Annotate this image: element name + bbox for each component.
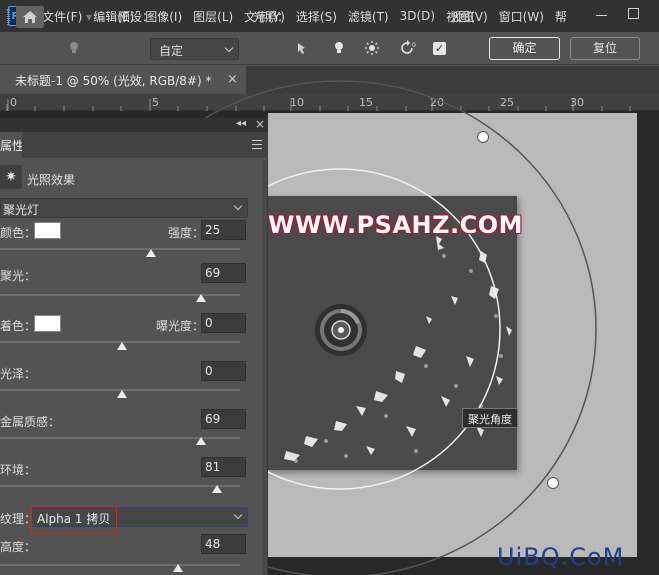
- spotlight-add-icon[interactable]: [295, 40, 311, 56]
- menu-filter[interactable]: 滤镜(T): [348, 8, 389, 25]
- height-slider[interactable]: [0, 564, 240, 566]
- tab-properties-label: 属性: [0, 139, 22, 153]
- ruler-label: 30: [570, 96, 584, 109]
- options-bar: [0, 32, 659, 65]
- grip-handle[interactable]: [7, 9, 10, 25]
- maximize-icon[interactable]: [628, 8, 639, 19]
- ok-button[interactable]: 确定: [489, 37, 560, 60]
- horizontal-ruler: 0 5 10 15 20 25 30: [0, 94, 659, 111]
- hotspot-slider-thumb[interactable]: [196, 294, 206, 302]
- gloss-input[interactable]: 0: [201, 361, 246, 381]
- menu-3d[interactable]: 3D(D): [400, 9, 435, 23]
- metallic-label: 金属质感：: [0, 415, 61, 429]
- svg-text:0: 0: [412, 42, 416, 49]
- ruler-label: 0: [10, 96, 17, 109]
- home-button[interactable]: [16, 6, 44, 28]
- lights-label: 光照：: [253, 10, 290, 24]
- ambience-slider-thumb[interactable]: [212, 485, 222, 493]
- intensity-input[interactable]: 25: [201, 220, 246, 240]
- spotlight-handle[interactable]: [547, 477, 559, 489]
- light-type-select[interactable]: 聚光灯: [0, 198, 248, 218]
- height-slider-thumb[interactable]: [173, 564, 183, 572]
- ruler-label: 15: [359, 96, 373, 109]
- close-icon[interactable]: ×: [255, 117, 265, 131]
- gloss-slider-thumb[interactable]: [117, 390, 127, 398]
- intensity-slider[interactable]: [0, 248, 240, 250]
- document-tab[interactable]: 未标题-1 @ 50% (光效, RGB/8#) *: [0, 66, 246, 94]
- preset-label: 预设：: [118, 10, 155, 24]
- chevron-down-icon: [233, 510, 243, 520]
- preview-checkbox[interactable]: ✓: [433, 42, 446, 55]
- watermark-text: WWW.PSAHZ.COM: [268, 211, 524, 239]
- panel-scrollbar[interactable]: [262, 160, 267, 575]
- exposure-label: 曝光度：: [156, 319, 205, 333]
- document-title: 未标题-1 @ 50% (光效, RGB/8#) *: [15, 74, 212, 88]
- effect-name: 光照效果: [27, 173, 76, 187]
- menu-help[interactable]: 帮: [555, 8, 567, 25]
- ruler-ticks: [6, 99, 631, 111]
- reset-light-icon[interactable]: 0: [399, 40, 417, 56]
- hotspot-label: 聚光：: [0, 269, 37, 283]
- panel-menu-icon[interactable]: [252, 140, 262, 149]
- menu-file[interactable]: 文件(F): [42, 8, 82, 25]
- highlight-box: [31, 506, 117, 534]
- ambience-label: 环境：: [0, 463, 37, 477]
- minimize-icon[interactable]: [596, 15, 607, 16]
- colorize-swatch[interactable]: [34, 315, 61, 332]
- chevron-down-icon: [233, 201, 243, 211]
- reset-button[interactable]: 复位: [570, 37, 640, 60]
- ruler-label: 5: [152, 96, 159, 109]
- close-icon[interactable]: ×: [227, 72, 238, 87]
- tab-properties[interactable]: 属性: [0, 132, 22, 158]
- ambience-slider[interactable]: [0, 485, 240, 487]
- exposure-input[interactable]: 0: [201, 313, 246, 333]
- panel-tab-bar: [0, 132, 268, 158]
- gloss-label: 光泽：: [0, 367, 37, 381]
- spotlight-handle[interactable]: [477, 131, 489, 143]
- panel-header: ◂◂ ×: [0, 117, 268, 132]
- light-center-handle[interactable]: [314, 303, 368, 357]
- height-label: 高度：: [0, 540, 37, 554]
- preview-label: 预览: [451, 10, 476, 24]
- intensity-label: 强度：: [168, 226, 205, 240]
- light-type-value: 聚光灯: [3, 203, 40, 217]
- home-icon: [23, 11, 37, 23]
- ruler-label: 20: [430, 96, 444, 109]
- hotspot-input[interactable]: 69: [201, 263, 246, 283]
- exposure-slider-thumb[interactable]: [117, 342, 127, 350]
- colorize-label: 着色：: [0, 319, 37, 333]
- menu-layer[interactable]: 图层(L): [193, 8, 233, 25]
- metallic-slider-thumb[interactable]: [196, 437, 206, 445]
- intensity-slider-thumb[interactable]: [146, 249, 156, 257]
- metallic-input[interactable]: 69: [201, 409, 246, 429]
- preset-select[interactable]: 自定: [150, 38, 239, 60]
- color-label: 颜色：: [0, 226, 37, 240]
- ruler-label: 25: [500, 96, 514, 109]
- light-color-swatch[interactable]: [34, 222, 61, 239]
- collapse-icon[interactable]: ◂◂: [236, 118, 246, 129]
- menu-window[interactable]: 窗口(W): [499, 8, 544, 25]
- infinite-light-add-icon[interactable]: [364, 40, 380, 56]
- tooltip: 聚光角度: [462, 408, 518, 428]
- brand-watermark: UiBQ.CoM: [497, 543, 625, 571]
- chevron-down-icon: [224, 43, 234, 53]
- preset-value: 自定: [159, 44, 184, 58]
- lighting-effects-icon: ✷: [0, 165, 22, 189]
- bulb-dropdown-icon: ▾: [86, 9, 93, 24]
- menu-bar: Ps 文件(F) 编辑(E) 图像(I) 图层(L) 文字(Y) 选择(S) 滤…: [0, 0, 659, 32]
- ambience-input[interactable]: 81: [201, 457, 246, 477]
- menu-select[interactable]: 选择(S): [296, 8, 337, 25]
- bulb-icon: [70, 42, 78, 53]
- height-input[interactable]: 48: [201, 534, 246, 554]
- point-light-add-icon[interactable]: [331, 40, 347, 56]
- ruler-label: 10: [290, 96, 304, 109]
